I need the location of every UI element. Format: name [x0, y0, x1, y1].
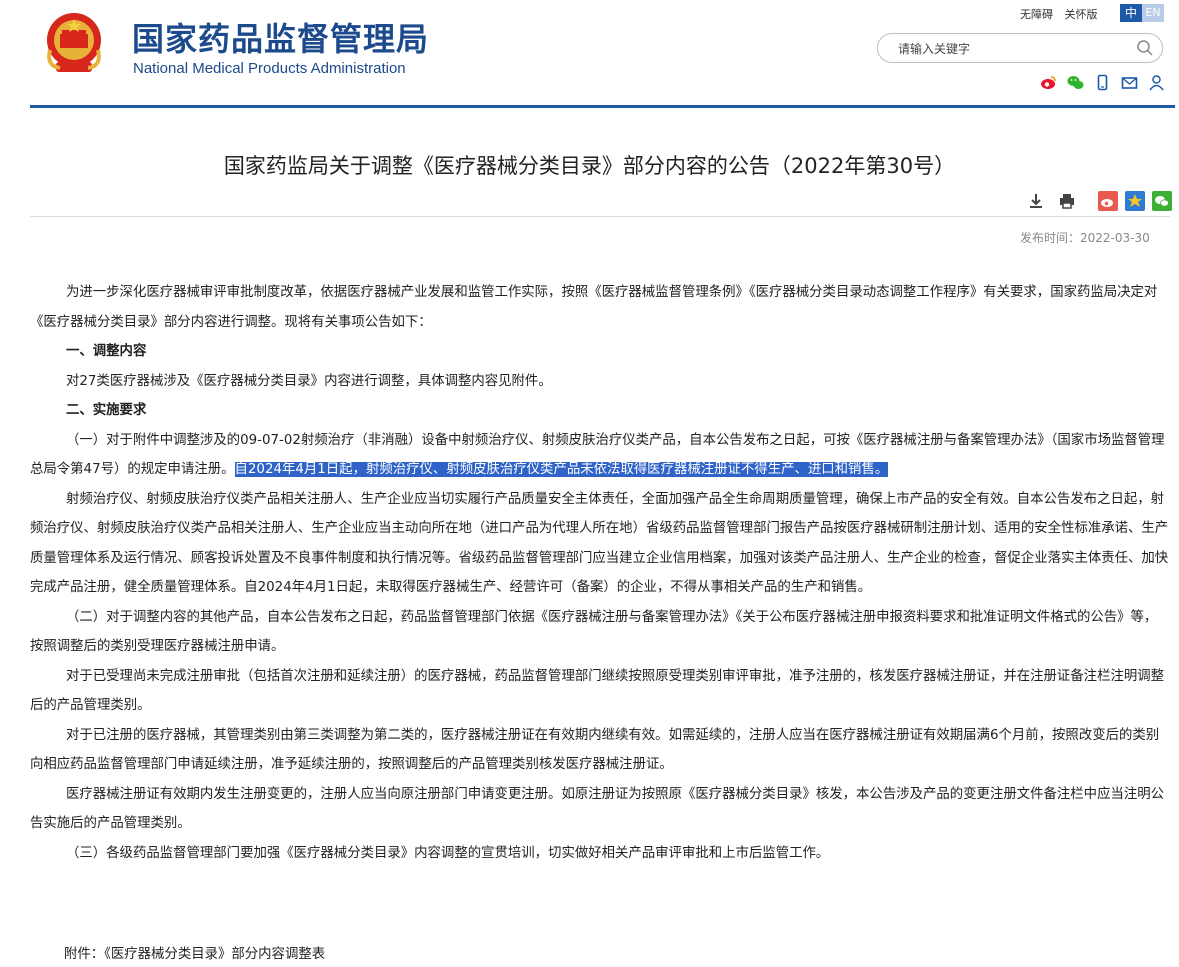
paragraph-other-products: （二）对于调整内容的其他产品，自本公告发布之日起，药品监督管理部门依据《医疗器械… — [30, 609, 1158, 655]
lang-en-button[interactable]: EN — [1142, 4, 1164, 22]
search-icon[interactable] — [1136, 39, 1154, 57]
paragraph-change-registration: 医疗器械注册证有效期内发生注册变更的，注册人应当向原注册部门申请变更注册。如原注… — [30, 786, 1165, 832]
highlighted-text: 自2024年4月1日起，射频治疗仪、射频皮肤治疗仪类产品未依法取得医疗器械注册证… — [234, 462, 889, 477]
lang-cn-button[interactable]: 中 — [1120, 4, 1142, 22]
section-heading-2: 二、实施要求 — [66, 403, 147, 418]
paragraph-pending-review: 对于已受理尚未完成注册审批（包括首次注册和延续注册）的医疗器械，药品监督管理部门… — [30, 668, 1165, 714]
site-title-en[interactable]: National Medical Products Administration — [133, 60, 406, 77]
header-divider — [30, 105, 1175, 108]
wechat-icon[interactable] — [1067, 74, 1084, 91]
social-icons — [1040, 72, 1170, 92]
paragraph-registrant-duty: 射频治疗仪、射频皮肤治疗仪类产品相关注册人、生产企业应当切实履行产品质量安全主体… — [30, 491, 1169, 596]
download-icon[interactable] — [1026, 191, 1046, 211]
site-title-cn[interactable]: 国家药品监督管理局 — [132, 14, 429, 60]
elder-mode-link[interactable]: 关怀版 — [1065, 8, 1098, 21]
search-box — [877, 33, 1163, 63]
weibo-icon[interactable] — [1040, 74, 1057, 91]
publish-date: 发布时间：2022-03-30 — [1020, 229, 1150, 246]
paragraph-adjustment: 对27类医疗器械涉及《医疗器械分类目录》内容进行调整，具体调整内容见附件。 — [66, 373, 552, 389]
mobile-icon[interactable] — [1094, 74, 1111, 91]
publish-date-value: 2022-03-30 — [1080, 231, 1150, 245]
share-qzone-icon[interactable] — [1125, 190, 1146, 211]
article-title: 国家药监局关于调整《医疗器械分类目录》部分内容的公告（2022年第30号） — [223, 154, 956, 178]
accessibility-link[interactable]: 无障碍 — [1020, 8, 1053, 21]
title-divider — [30, 216, 1170, 217]
share-wechat-icon[interactable] — [1152, 190, 1173, 211]
print-icon[interactable] — [1057, 191, 1077, 211]
utility-links: 无障碍 关怀版 — [1020, 6, 1106, 22]
mail-icon[interactable] — [1121, 74, 1138, 91]
site-header: 国家药品监督管理局 National Medical Products Admi… — [0, 0, 1179, 108]
share-weibo-icon[interactable] — [1098, 190, 1119, 211]
paragraph-intro: 为进一步深化医疗器械审评审批制度改革，依据医疗器械产业发展和监管工作实际，按照《… — [30, 285, 1158, 330]
article-body: 为进一步深化医疗器械审评审批制度改革，依据医疗器械产业发展和监管工作实际，按照《… — [30, 278, 1170, 868]
paragraph-training: （三）各级药品监督管理部门要加强《医疗器械分类目录》内容调整的宣贯培训，切实做好… — [66, 845, 830, 861]
publish-date-label: 发布时间： — [1020, 231, 1081, 245]
user-icon[interactable] — [1148, 74, 1165, 91]
search-input[interactable] — [896, 39, 1130, 59]
national-emblem-icon — [47, 13, 101, 72]
attachment-link[interactable]: 附件：《医疗器械分类目录》部分内容调整表 — [64, 942, 325, 962]
section-heading-1: 一、调整内容 — [66, 344, 147, 359]
article-tools — [1026, 190, 1178, 212]
paragraph-rf-products: （一）对于附件中调整涉及的09-07-02射频治疗（非消融）设备中射频治疗仪、射… — [30, 426, 1170, 485]
paragraph-registered-devices: 对于已注册的医疗器械，其管理类别由第三类调整为第二类的，医疗器械注册证在有效期内… — [30, 727, 1160, 773]
